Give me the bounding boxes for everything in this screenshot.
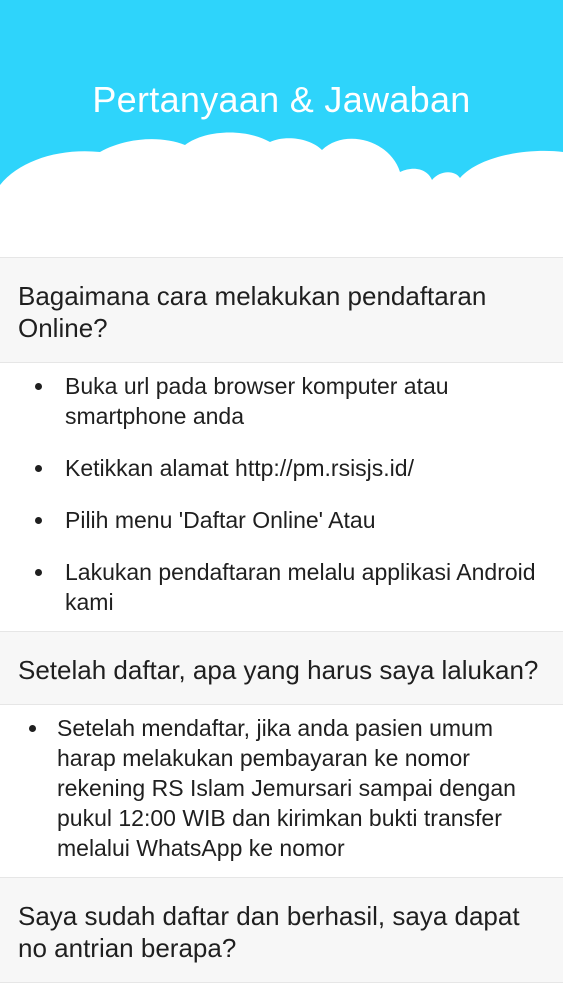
faq-question[interactable]: Setelah daftar, apa yang harus saya lalu…	[0, 631, 563, 705]
answer-list-item: Pilih menu 'Daftar Online' Atau	[0, 505, 563, 535]
answer-text: Setelah mendaftar, jika anda pasien umum…	[57, 715, 516, 861]
answer-list-item: Setelah mendaftar, jika anda pasien umum…	[0, 713, 563, 863]
faq-answer: Buka url pada browser komputer atau smar…	[0, 363, 563, 631]
bullet-icon	[35, 383, 42, 390]
answer-text: Buka url pada browser komputer atau smar…	[65, 373, 449, 429]
answer-text: Ketikkan alamat http://pm.rsisjs.id/	[65, 455, 414, 481]
faq-list: Bagaimana cara melakukan pendaftaran Onl…	[0, 257, 563, 983]
bullet-icon	[35, 517, 42, 524]
answer-text: Lakukan pendaftaran melalu applikasi And…	[65, 559, 536, 615]
bullet-icon	[29, 725, 36, 732]
faq-answer: Setelah mendaftar, jika anda pasien umum…	[0, 705, 563, 877]
answer-list-item: Ketikkan alamat http://pm.rsisjs.id/	[0, 453, 563, 483]
bullet-icon	[35, 465, 42, 472]
faq-screen: Pertanyaan & Jawaban Bagaimana cara mela…	[0, 0, 563, 1000]
answer-list-item: Lakukan pendaftaran melalu applikasi And…	[0, 557, 563, 617]
answer-list-item: Buka url pada browser komputer atau smar…	[0, 371, 563, 431]
bullet-icon	[35, 569, 42, 576]
faq-question[interactable]: Bagaimana cara melakukan pendaftaran Onl…	[0, 257, 563, 363]
faq-question[interactable]: Saya sudah daftar dan berhasil, saya dap…	[0, 877, 563, 983]
cloud-banner-graphic	[0, 0, 563, 258]
answer-text: Pilih menu 'Daftar Online' Atau	[65, 507, 376, 533]
page-title: Pertanyaan & Jawaban	[92, 79, 471, 120]
header-banner: Pertanyaan & Jawaban	[0, 0, 563, 258]
